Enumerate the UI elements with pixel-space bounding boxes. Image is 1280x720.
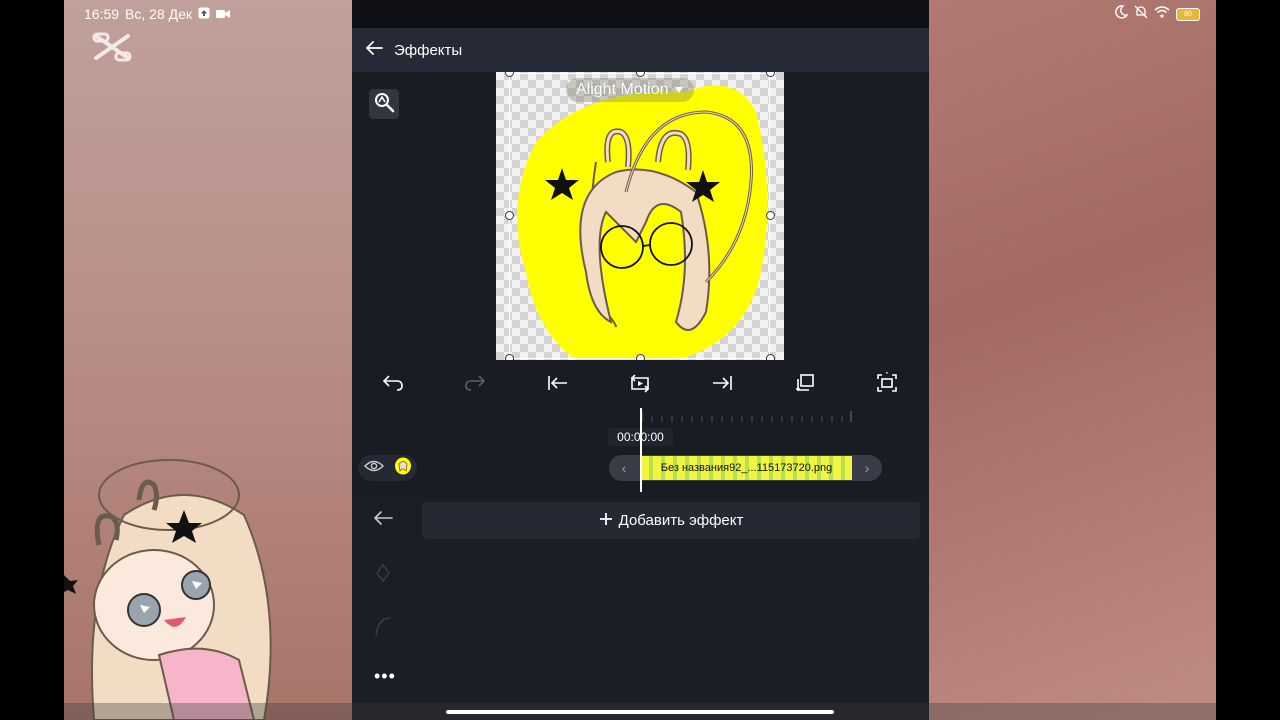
preview-canvas[interactable]: Alight Motion [496, 72, 784, 360]
undo-button[interactable] [378, 370, 408, 400]
trim-right-handle[interactable]: › [854, 455, 880, 481]
jump-to-start-button[interactable] [543, 370, 573, 400]
resize-handle[interactable] [636, 354, 645, 360]
undo-icon [382, 374, 404, 396]
add-effect-button[interactable]: Добавить эффект [422, 502, 920, 539]
top-bar: Эффекты [352, 28, 929, 72]
panel-side-column: ••• [352, 494, 416, 720]
eye-icon[interactable] [364, 459, 384, 478]
timeline-ruler [642, 411, 852, 422]
more-options-icon[interactable]: ••• [374, 666, 396, 687]
page-title: Эффекты [394, 41, 463, 59]
loop-play-button[interactable] [625, 370, 655, 400]
status-bar-right: 80 [929, 0, 1216, 28]
app-status-strip [352, 0, 929, 28]
easing-curve-icon[interactable] [374, 616, 392, 643]
timeline-clip[interactable]: Без названия92_...115173720.png [641, 456, 852, 480]
app-window: Эффекты Alight Motion ‹ Без названия92_.… [352, 0, 929, 720]
character-sticker [64, 459, 272, 720]
back-button[interactable] [354, 28, 394, 72]
status-time: 16:59 [84, 6, 120, 22]
preview-area: Alight Motion [352, 72, 929, 360]
status-bar-left: 16:59 Вс, 28 Дек [64, 0, 352, 28]
magnifier-icon [373, 91, 395, 118]
battery-icon: 80 [1176, 7, 1200, 21]
resize-handle[interactable] [766, 211, 775, 220]
keyframe-icon[interactable] [376, 563, 390, 587]
selection-frame [509, 73, 770, 359]
chevron-right-icon: › [864, 460, 870, 476]
duplicate-button[interactable] [790, 370, 820, 400]
loop-play-icon [629, 373, 651, 398]
playback-controls [352, 362, 929, 408]
plus-icon [599, 512, 613, 530]
caret-down-icon [674, 81, 684, 99]
duplicate-icon [794, 373, 816, 398]
arrow-left-icon [374, 511, 393, 525]
upload-icon [198, 6, 210, 22]
fullscreen-icon [876, 371, 898, 399]
jump-to-end-button[interactable] [707, 370, 737, 400]
redo-button[interactable] [460, 370, 490, 400]
trim-left-handle[interactable]: ‹ [611, 455, 637, 481]
clip-name: Без названия92_...115173720.png [660, 462, 833, 474]
zoom-button[interactable] [369, 89, 399, 119]
mute-bell-icon [1134, 5, 1148, 24]
resize-handle[interactable] [505, 354, 514, 360]
watermark-label: Alight Motion [576, 81, 669, 98]
timeline[interactable]: 00:00:00 ‹ Без названия92_...115173720.p… [352, 408, 929, 494]
effects-panel: ••• Добавить эффект [352, 494, 929, 720]
resize-handle[interactable] [505, 211, 514, 220]
layer-thumbnail[interactable] [394, 457, 412, 480]
right-wallpaper [929, 0, 1216, 720]
capcut-logo [92, 30, 132, 69]
jump-to-end-icon [711, 375, 733, 396]
panel-back-button[interactable] [372, 510, 394, 531]
playhead[interactable] [640, 408, 642, 492]
wifi-icon [1154, 5, 1170, 23]
home-indicator[interactable] [446, 710, 834, 714]
clip-container[interactable]: ‹ Без названия92_...115173720.png › [609, 455, 882, 481]
jump-to-start-icon [547, 375, 569, 396]
fullscreen-button[interactable] [872, 370, 902, 400]
resize-handle[interactable] [766, 354, 775, 360]
watermark-badge[interactable]: Alight Motion [566, 78, 694, 102]
chevron-left-icon: ‹ [621, 460, 627, 476]
arrow-left-icon [364, 40, 384, 61]
redo-icon [464, 374, 486, 396]
moon-icon [1114, 4, 1129, 24]
track-controls [358, 455, 417, 481]
add-effect-label: Добавить эффект [618, 512, 744, 529]
video-record-icon [216, 6, 231, 22]
status-date: Вс, 28 Дек [125, 6, 193, 22]
